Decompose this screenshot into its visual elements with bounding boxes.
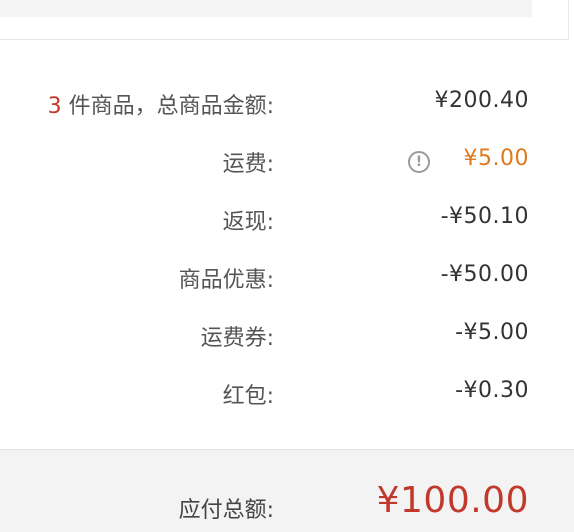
shipping-coupon-label: 运费券: (200, 326, 274, 351)
redpacket-amount: -¥0.30 (455, 378, 529, 403)
redpacket-label: 红包: (222, 384, 274, 409)
items-total-label: 3 件商品，总商品金额: (48, 88, 274, 120)
discount-label: 商品优惠: (178, 268, 274, 293)
discount-row: 商品优惠: -¥50.00 (0, 249, 574, 307)
section-divider (0, 39, 569, 40)
cashback-row: 返现: -¥50.10 (0, 191, 574, 249)
shipping-row: 运费: ! ¥5.00 (0, 133, 574, 191)
cashback-label: 返现: (222, 210, 274, 235)
items-total-text: 件商品，总商品金额: (61, 94, 274, 119)
payable-total-amount: ¥100.00 (376, 480, 529, 521)
shipping-amount: ¥5.00 (463, 146, 529, 171)
item-count: 3 (47, 94, 62, 119)
info-icon[interactable]: ! (408, 151, 430, 173)
price-summary: 3 件商品，总商品金额: ¥200.40 运费: ! ¥5.00 返现: -¥5… (0, 75, 574, 423)
cashback-amount: -¥50.10 (440, 204, 529, 229)
previous-section-strip (0, 0, 532, 17)
shipping-coupon-amount: -¥5.00 (455, 320, 529, 345)
items-total-row: 3 件商品，总商品金额: ¥200.40 (0, 75, 574, 133)
previous-section-edge (568, 0, 569, 40)
discount-amount: -¥50.00 (440, 262, 529, 287)
items-total-amount: ¥200.40 (434, 88, 529, 113)
payable-total-label: 应付总额: (178, 498, 274, 523)
shipping-coupon-row: 运费券: -¥5.00 (0, 307, 574, 365)
shipping-label: 运费: (222, 152, 274, 177)
payable-total-bar: 应付总额: ¥100.00 (0, 450, 574, 532)
redpacket-row: 红包: -¥0.30 (0, 365, 574, 423)
order-summary-page: 3 件商品，总商品金额: ¥200.40 运费: ! ¥5.00 返现: -¥5… (0, 0, 574, 532)
